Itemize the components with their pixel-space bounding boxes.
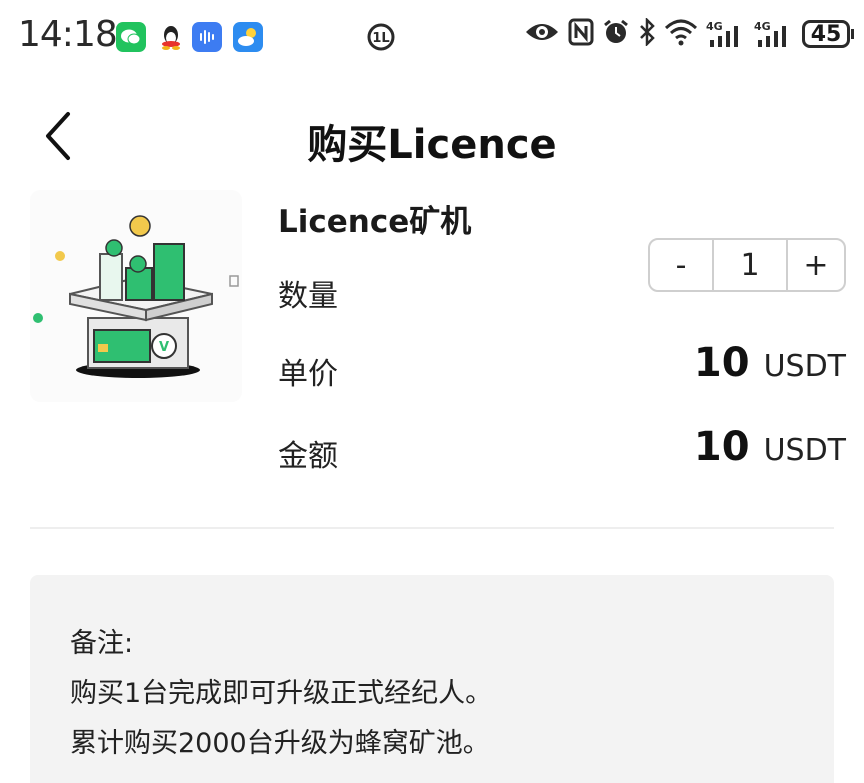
mining-machine-illustration: V bbox=[33, 215, 239, 378]
unit-price: 10 USDT bbox=[694, 340, 846, 386]
status-icons: 4G 4G 45 bbox=[524, 16, 854, 50]
page-title: 购买Licence bbox=[307, 122, 557, 168]
total-amount: 10 USDT bbox=[694, 424, 846, 470]
signal-icon: 4G bbox=[754, 20, 794, 48]
unit-price-currency: USDT bbox=[763, 349, 846, 384]
bluetooth-icon bbox=[638, 16, 656, 50]
wechat-icon bbox=[116, 22, 146, 52]
decrement-button[interactable]: - bbox=[650, 240, 714, 290]
status-bar: 14:18 1L 4G 4G 45 bbox=[0, 0, 864, 76]
svg-text:V: V bbox=[159, 340, 169, 355]
wifi-icon bbox=[664, 18, 698, 50]
signal-icon: 4G bbox=[706, 20, 746, 48]
nav-header: 购买Licence bbox=[0, 96, 864, 176]
status-time: 14:18 bbox=[18, 14, 118, 55]
product-image: V bbox=[30, 190, 242, 402]
note-panel: 备注: 购买1台完成即可升级正式经纪人。 累计购买2000台升级为蜂窝矿池。 bbox=[30, 575, 834, 783]
eye-icon bbox=[524, 19, 560, 49]
battery-icon: 45 bbox=[802, 20, 854, 48]
quantity-stepper[interactable]: - 1 + bbox=[648, 238, 846, 292]
vpn-icon: 1L bbox=[366, 22, 396, 56]
amount-label: 金额 bbox=[278, 439, 338, 474]
quantity-value[interactable]: 1 bbox=[714, 240, 788, 290]
unit-price-label: 单价 bbox=[278, 357, 338, 392]
qq-icon bbox=[156, 22, 186, 52]
unit-price-value: 10 bbox=[693, 340, 750, 386]
quantity-label: 数量 bbox=[278, 279, 338, 314]
battery-tip bbox=[851, 29, 854, 39]
weather-icon bbox=[233, 22, 263, 52]
divider bbox=[30, 527, 834, 529]
nfc-icon bbox=[568, 18, 594, 50]
battery-level: 45 bbox=[802, 20, 850, 48]
alarm-icon bbox=[602, 18, 630, 50]
increment-button[interactable]: + bbox=[788, 240, 844, 290]
note-title: 备注: bbox=[70, 628, 134, 659]
amount-value: 10 bbox=[693, 424, 750, 470]
voice-assistant-icon bbox=[192, 22, 222, 52]
svg-text:1L: 1L bbox=[372, 31, 389, 46]
amount-currency: USDT bbox=[763, 433, 846, 468]
note-line: 购买1台完成即可升级正式经纪人。 bbox=[70, 678, 493, 709]
product-name: Licence矿机 bbox=[278, 204, 472, 240]
note-line: 累计购买2000台升级为蜂窝矿池。 bbox=[70, 728, 490, 759]
